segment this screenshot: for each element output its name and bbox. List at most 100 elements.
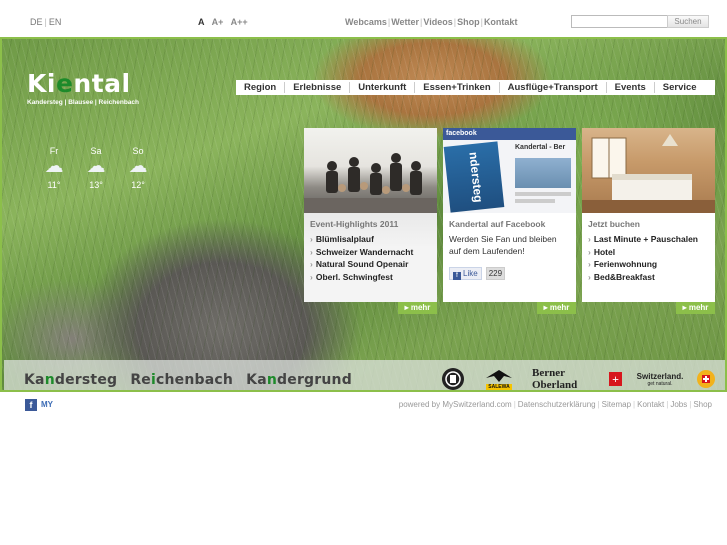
events-photo[interactable]	[304, 128, 437, 213]
footer-shop-link[interactable]: Shop	[693, 400, 712, 409]
switzerland-subtext: get natural.	[647, 380, 673, 387]
facebook-text: Werden Sie Fan und bleiben auf dem Laufe…	[449, 234, 557, 256]
list-item[interactable]: Blümlisalplauf	[310, 233, 431, 246]
facebook-like-button[interactable]: f Like	[449, 267, 482, 280]
village-text: dergrund	[277, 372, 352, 388]
nav-essen-trinken[interactable]: Essen+Trinken	[414, 82, 498, 93]
lang-en-link[interactable]: EN	[49, 17, 62, 27]
village-text-accent: n	[44, 372, 55, 388]
nav-unterkunft[interactable]: Unterkunft	[349, 82, 414, 93]
font-size-large[interactable]: A+	[212, 17, 224, 27]
facebook-more-button[interactable]: ▸ mehr	[537, 302, 576, 314]
unesco-icon	[442, 368, 464, 390]
divider: |	[453, 17, 457, 27]
village-links: Kandersteg Reichenbach Kandergrund	[24, 372, 360, 388]
hotel-room-photo[interactable]	[582, 128, 715, 213]
list-item[interactable]: Ferienwohnung	[588, 258, 709, 271]
logo-text-accent: e	[55, 69, 74, 98]
nav-region[interactable]: Region	[236, 82, 284, 93]
switzerland-logo[interactable]: Switzerland. get natural.	[628, 366, 692, 390]
events-title: Event-Highlights 2011	[310, 219, 399, 229]
weather-day: Sa ☁ 13°	[81, 146, 111, 190]
list-item[interactable]: Hotel	[588, 246, 709, 259]
berner-oberland-logo[interactable]: Berner Oberland +	[532, 366, 622, 391]
unesco-logo[interactable]	[440, 366, 466, 390]
divider: |	[480, 17, 483, 27]
social-icons: f MY	[25, 399, 59, 411]
facebook-icon[interactable]: f	[25, 399, 37, 411]
hero-area: Kiental Kandersteg | Blausee | Reichenba…	[0, 37, 727, 392]
salewa-logo[interactable]: SALEWA	[480, 366, 518, 390]
main-nav: Region Erlebnisse Unterkunft Essen+Trink…	[236, 80, 715, 95]
weather-widget[interactable]: Fr ☁ 11° Sa ☁ 13° So ☁ 12°	[39, 146, 153, 190]
facebook-line	[515, 192, 571, 196]
sitemap-link[interactable]: Sitemap	[602, 400, 631, 409]
top-bar: DE | EN A A+ A++ Webcams|Wetter|Videos|Sho…	[0, 0, 727, 38]
search-button[interactable]: Suchen	[667, 15, 709, 28]
flower-icon	[697, 370, 715, 388]
font-size-switcher: A A+ A++	[198, 17, 253, 27]
berner-oberland-text: Berner Oberland	[532, 367, 578, 391]
swiss-flower-logo[interactable]	[694, 366, 718, 390]
facebook-icon: f	[453, 272, 461, 280]
cloud-icon: ☁	[86, 156, 106, 177]
more-label: mehr	[549, 303, 570, 312]
nav-events[interactable]: Events	[605, 82, 654, 93]
font-size-xlarge[interactable]: A++	[231, 17, 248, 27]
top-links: Webcams|Wetter|Videos|Shop|Kontakt	[345, 17, 517, 27]
kontakt-link[interactable]: Kontakt	[484, 17, 518, 27]
divider: |	[387, 17, 391, 27]
village-kandersteg-link[interactable]: Kandersteg	[24, 372, 117, 388]
list-item[interactable]: Natural Sound Openair	[310, 258, 431, 271]
wetter-link[interactable]: Wetter	[391, 17, 419, 27]
room-illustration	[582, 134, 715, 213]
logo-wordmark: Kiental	[27, 69, 139, 98]
weather-temp: 12°	[131, 180, 145, 190]
booking-more-button[interactable]: ▸ mehr	[676, 302, 715, 314]
divider: |	[597, 400, 600, 409]
logo-text: Ki	[27, 69, 56, 98]
webcams-link[interactable]: Webcams	[345, 17, 387, 27]
weather-temp: 11°	[47, 180, 61, 190]
footer-kontakt-link[interactable]: Kontakt	[637, 400, 664, 409]
chevron-right-icon: ▸	[404, 303, 409, 312]
list-item[interactable]: Schweizer Wandernacht	[310, 246, 431, 259]
divider: |	[689, 400, 692, 409]
shop-link[interactable]: Shop	[457, 17, 480, 27]
list-item[interactable]: Bed&Breakfast	[588, 271, 709, 284]
kiental-logo[interactable]: Kiental Kandersteg | Blausee | Reichenba…	[27, 69, 139, 106]
village-kandergrund-link[interactable]: Kandergrund	[246, 372, 352, 388]
cloud-icon: ☁	[128, 156, 148, 177]
village-text-accent: n	[266, 372, 278, 388]
village-reichenbach-link[interactable]: Reichenbach	[130, 372, 233, 388]
nav-ausfluege-transport[interactable]: Ausflüge+Transport	[498, 82, 606, 93]
weather-day-label: Fr	[49, 146, 59, 156]
chevron-right-icon: ▸	[682, 303, 687, 312]
facebook-screenshot[interactable]: facebook ndersteg Kandertal - Ber	[443, 128, 576, 213]
nav-erlebnisse[interactable]: Erlebnisse	[284, 82, 349, 93]
search-input[interactable]	[571, 15, 668, 28]
facebook-like-widget: f Like 229	[449, 267, 570, 280]
powered-by-link[interactable]: powered by MySwitzerland.com	[399, 400, 512, 409]
jobs-link[interactable]: Jobs	[670, 400, 687, 409]
divider: |	[666, 400, 669, 409]
village-text: Re	[130, 372, 152, 388]
booking-box: Jetzt buchen Last Minute + Pauschalen Ho…	[582, 128, 715, 302]
more-label: mehr	[688, 303, 709, 312]
list-item[interactable]: Oberl. Schwingfest	[310, 271, 431, 284]
more-label: mehr	[410, 303, 431, 312]
lang-de-link[interactable]: DE	[30, 17, 43, 27]
weather-day: So ☁ 12°	[123, 146, 153, 190]
village-text: Ka	[246, 372, 267, 388]
logo-subtitle: Kandersteg | Blausee | Reichenbach	[27, 99, 140, 106]
font-size-normal[interactable]: A	[198, 17, 205, 27]
privacy-link[interactable]: Datenschutzerklärung	[518, 400, 596, 409]
videos-link[interactable]: Videos	[423, 17, 452, 27]
facebook-box: facebook ndersteg Kandertal - Ber Kander…	[443, 128, 576, 302]
divider: |	[44, 17, 47, 27]
myswitzerland-icon[interactable]: MY	[41, 399, 59, 411]
events-more-button[interactable]: ▸ mehr	[398, 302, 437, 314]
weather-day: Fr ☁ 11°	[39, 146, 69, 190]
list-item[interactable]: Last Minute + Pauschalen	[588, 233, 709, 246]
nav-service[interactable]: Service	[653, 82, 705, 93]
